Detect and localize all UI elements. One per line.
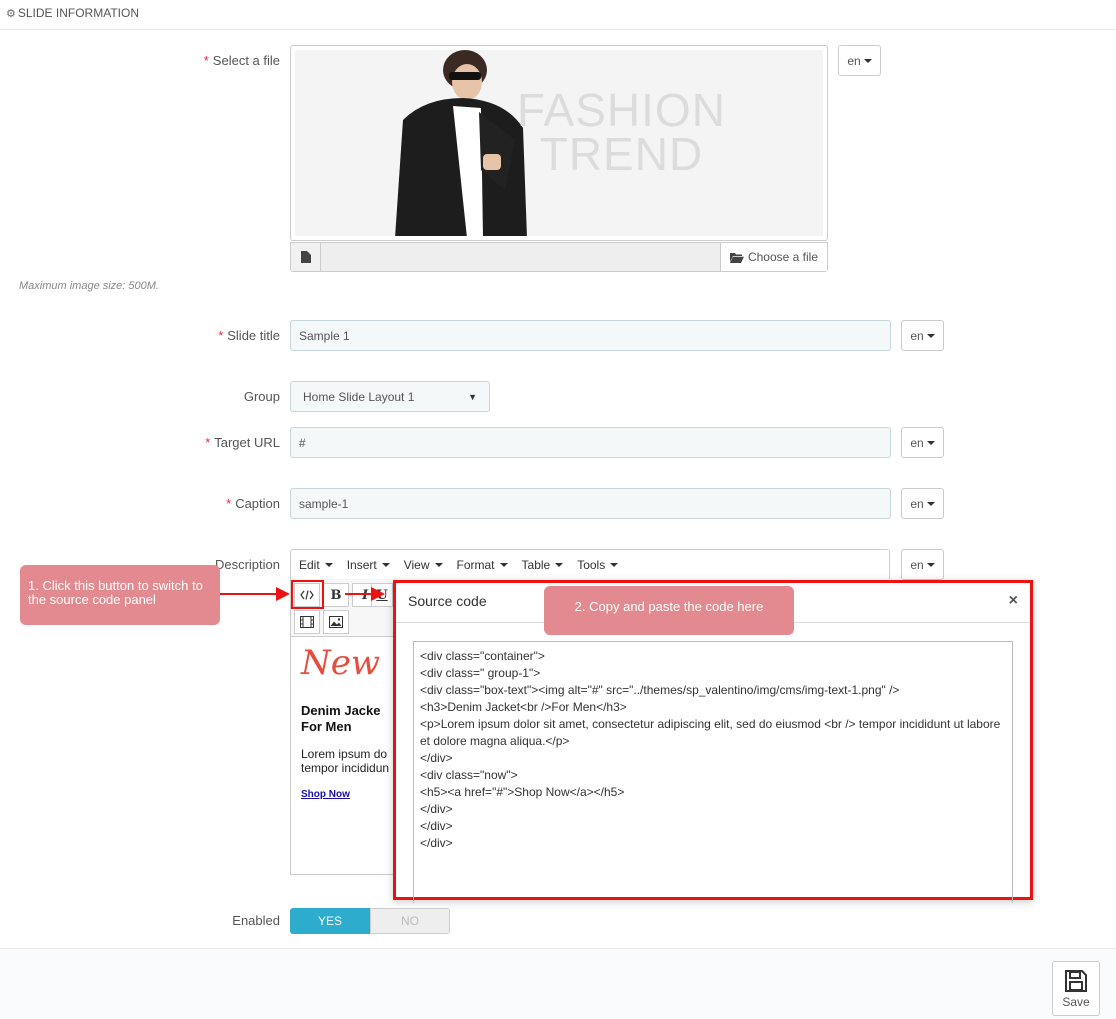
image-icon [329,616,343,628]
insert-image-button[interactable] [323,610,349,634]
menu-table[interactable]: Table [522,558,564,572]
modal-title: Source code [408,593,487,609]
close-icon[interactable]: × [1009,592,1018,610]
preview-script-text: New [301,643,380,683]
menu-tools[interactable]: Tools [577,558,619,572]
save-button[interactable]: Save [1052,961,1100,1016]
dropdown-arrow-icon: ▼ [468,391,477,402]
menu-format[interactable]: Format [457,558,508,572]
description-lang-button[interactable]: en [901,549,944,580]
preview-headline: FASHION TREND [517,84,726,180]
arrow-line-1 [220,593,278,595]
file-icon [291,243,321,271]
preview-shop-link[interactable]: Shop Now [301,789,350,800]
file-upload-row: Choose a file [290,242,828,272]
callout-step-1: 1. Click this button to switch to the so… [20,565,220,625]
arrow-head-1 [276,587,290,601]
caption-label: * Caption [226,496,280,511]
editor-content[interactable]: New Denim Jacke For Men Lorem ipsum do tem… [290,637,396,875]
caption-lang-button[interactable]: en [901,488,944,519]
insert-video-button[interactable] [294,610,320,634]
source-code-textarea[interactable]: <div class="container"> <div class=" gro… [413,641,1013,903]
file-lang-button[interactable]: en [838,45,881,76]
cogs-icon: ⚙ [6,8,16,20]
menu-insert[interactable]: Insert [347,558,390,572]
slide-title-label: * Slide title [218,328,280,343]
arrow-line-2 [345,593,373,595]
enabled-toggle[interactable]: YES NO [290,908,450,934]
target-url-label: * Target URL [205,435,280,450]
arrow-head-2 [371,587,385,601]
enabled-yes-option[interactable]: YES [290,908,370,934]
select-file-label: * Select a file [203,53,280,68]
max-size-hint: Maximum image size: 500M. [19,280,159,292]
enabled-label: Enabled [232,913,280,928]
panel-title: SLIDE INFORMATION [17,6,139,20]
image-preview: FASHION TREND [295,50,823,236]
target-url-lang-button[interactable]: en [901,427,944,458]
panel-footer: Save [0,948,1116,1019]
target-url-input[interactable]: # [290,427,891,458]
image-preview-frame: FASHION TREND [290,45,828,241]
save-icon [1065,969,1087,992]
enabled-no-option[interactable]: NO [370,908,450,934]
film-icon [300,616,314,628]
callout-step-2: 2. Copy and paste the code here [544,586,794,635]
bold-button[interactable]: B [323,583,349,607]
panel-header: ⚙ SLIDE INFORMATION [0,0,1116,30]
preview-heading: Denim Jacke For Men [301,703,381,734]
slide-title-input[interactable]: Sample 1 [290,320,891,351]
description-label: Description [214,557,280,572]
editor-menubar: Edit Insert View Format Table Tools [290,549,890,579]
menu-view[interactable]: View [404,558,443,572]
menu-edit[interactable]: Edit [299,558,333,572]
group-label: Group [243,389,280,404]
caption-input[interactable]: sample-1 [290,488,891,519]
file-name-input[interactable] [321,243,720,271]
group-select[interactable]: Home Slide Layout 1 ▼ [290,381,490,412]
folder-open-icon [729,252,744,263]
choose-file-button[interactable]: Choose a file [720,243,827,271]
source-button-highlight [291,580,324,609]
preview-paragraph: Lorem ipsum do tempor incididun [301,747,390,775]
slide-title-lang-button[interactable]: en [901,320,944,351]
